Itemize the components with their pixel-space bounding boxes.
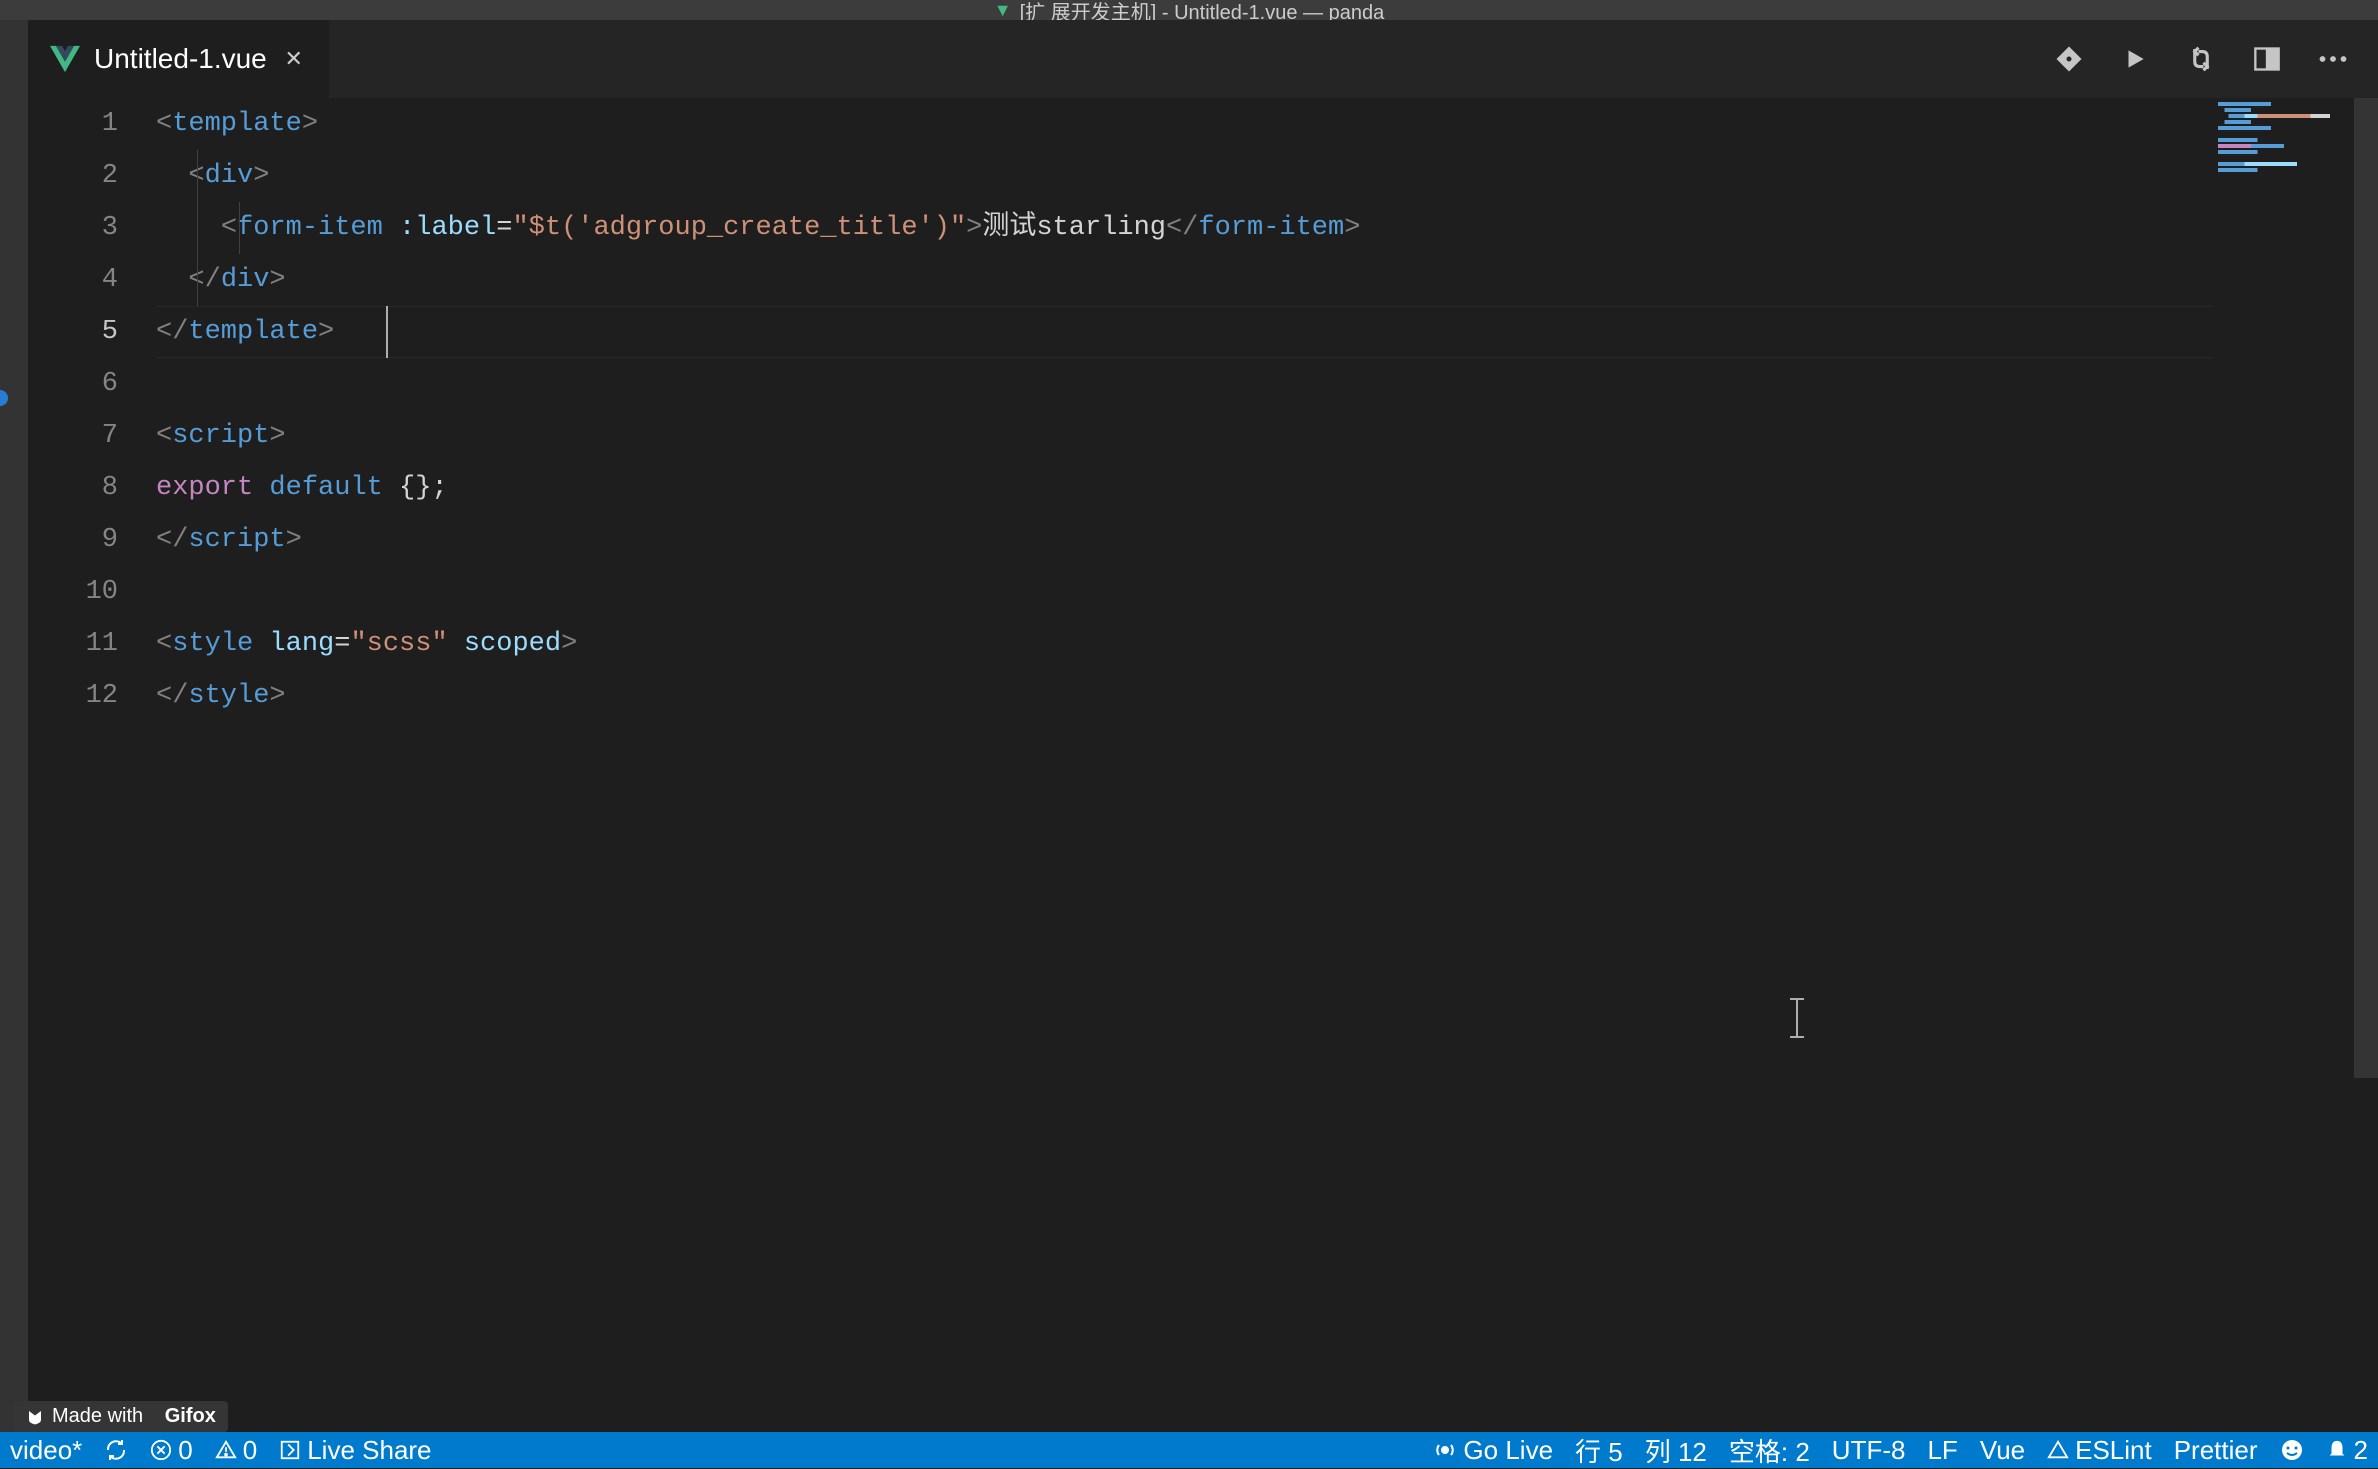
code-line [156,358,2378,410]
status-indent[interactable]: 空格: 2 [1729,1432,1810,1469]
code-line: <script> [156,410,2378,462]
indent-guide [197,150,198,306]
line-number: 12 [28,670,118,722]
status-language[interactable]: Vue [1980,1435,2025,1466]
editor-tabs: Untitled-1.vue ✕ [28,20,2378,98]
status-cursor-col[interactable]: 列 12 [1645,1432,1707,1469]
line-number: 7 [28,410,118,462]
status-warnings[interactable]: 0 [215,1435,257,1466]
code-content[interactable]: <template> <div> <form-item :label="$t('… [156,98,2378,1432]
split-editor-icon[interactable] [2250,42,2284,76]
code-line: </div> [156,254,2378,306]
tab-filename: Untitled-1.vue [94,43,267,75]
line-number: 10 [28,566,118,618]
code-line: <form-item :label="$t('adgroup_create_ti… [156,202,2378,254]
status-errors[interactable]: 0 [150,1435,192,1466]
status-eol[interactable]: LF [1927,1435,1957,1466]
activity-bar[interactable] [0,20,28,1432]
more-actions-icon[interactable] [2316,42,2350,76]
line-number-active: 5 [28,306,118,358]
indent-guide [239,202,240,254]
line-number: 2 [28,150,118,202]
line-number: 9 [28,514,118,566]
status-liveshare[interactable]: Live Share [279,1435,431,1466]
vertical-scrollbar[interactable] [2354,98,2378,1432]
line-number: 11 [28,618,118,670]
gifox-icon [26,1408,44,1426]
code-line: </script> [156,514,2378,566]
tab-untitled-vue[interactable]: Untitled-1.vue ✕ [28,20,329,98]
code-line: <template> [156,98,2378,150]
minimap[interactable] [2214,98,2354,1432]
run-icon[interactable] [2118,42,2152,76]
status-branch[interactable]: video* [10,1435,82,1466]
code-line: <div> [156,150,2378,202]
code-line: export default {}; [156,462,2378,514]
current-line-highlight [156,306,2260,358]
code-line: <style lang="scss" scoped> [156,618,2378,670]
gifox-watermark: Made with Gifox [14,1401,228,1432]
status-sync-icon[interactable] [104,1438,128,1462]
mouse-text-cursor [1796,998,1798,1038]
code-editor[interactable]: 1 2 3 4 5 6 7 8 9 10 11 12 <template> <d… [28,98,2378,1432]
status-prettier[interactable]: Prettier [2174,1435,2258,1466]
status-golive[interactable]: Go Live [1433,1435,1553,1466]
vue-file-icon [50,44,80,74]
line-number: 6 [28,358,118,410]
scrollbar-thumb[interactable] [2354,98,2378,1078]
compare-changes-icon[interactable] [2184,42,2218,76]
status-encoding[interactable]: UTF-8 [1832,1435,1906,1466]
line-number-gutter: 1 2 3 4 5 6 7 8 9 10 11 12 [28,98,156,1432]
vue-app-icon: ▼ [994,0,1012,21]
code-line [156,566,2378,618]
status-eslint[interactable]: ESLint [2047,1435,2152,1466]
line-number: 4 [28,254,118,306]
code-line: </style> [156,670,2378,722]
line-number: 3 [28,202,118,254]
status-notifications[interactable]: 2 [2326,1435,2368,1466]
source-control-icon[interactable] [2052,42,2086,76]
text-cursor [386,306,388,358]
activity-indicator [0,390,8,406]
close-tab-icon[interactable]: ✕ [281,46,307,72]
status-cursor-line[interactable]: 行 5 [1575,1432,1623,1469]
status-bar: video* 0 0 Live Share Go Live 行 5 列 12 空… [0,1432,2378,1468]
line-number: 8 [28,462,118,514]
status-feedback-icon[interactable] [2280,1438,2304,1462]
window-titlebar: ▼ [扩 展开发主机] - Untitled-1.vue — panda [0,0,2378,20]
line-number: 1 [28,98,118,150]
